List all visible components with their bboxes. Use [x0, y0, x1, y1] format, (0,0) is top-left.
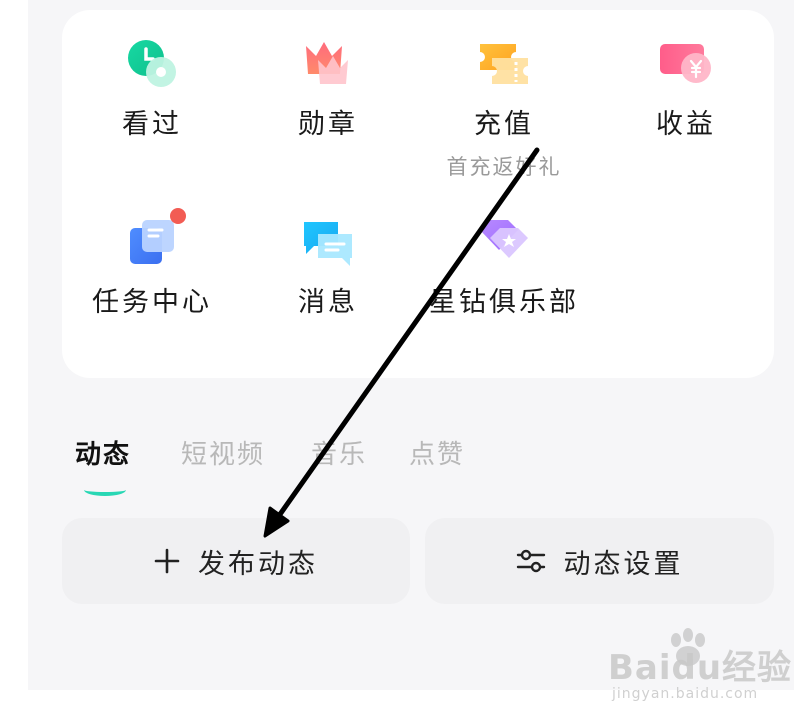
grid-item-label: 任务中心: [92, 287, 212, 318]
moment-settings-button[interactable]: 动态设置: [425, 518, 774, 604]
tab-short-videos[interactable]: 短视频: [181, 434, 265, 471]
grid-item-label: 收益: [656, 109, 716, 140]
grid-item-medals[interactable]: 勋章: [248, 38, 408, 141]
grid-item-label: 星钻俱乐部: [429, 287, 579, 318]
recharge-promo-text: 首充返好礼: [446, 155, 562, 179]
grid-item-label: 勋章: [298, 109, 358, 140]
feature-grid-card: 看过 勋章 充值 首充返好礼 收益 任务中心 消息 星钻俱乐部: [62, 10, 774, 378]
post-moment-label: 发布动态: [198, 548, 318, 580]
sliders-icon: [516, 547, 546, 575]
post-moment-button[interactable]: 发布动态: [62, 518, 410, 604]
grid-item-star-club[interactable]: 星钻俱乐部: [424, 216, 584, 319]
crown-icon: [300, 38, 356, 90]
tab-music[interactable]: 音乐: [311, 434, 367, 471]
watermark-url: jingyan.baidu.com: [612, 686, 759, 702]
chat-bubble-icon: [300, 216, 356, 268]
ticket-icon: [476, 38, 532, 90]
tab-likes[interactable]: 点赞: [409, 434, 465, 471]
plus-icon: [154, 548, 180, 574]
tab-moments[interactable]: 动态: [75, 434, 131, 471]
grid-item-messages[interactable]: 消息: [248, 216, 408, 319]
watermark-brand: Baidu经验: [608, 648, 793, 688]
grid-item-history[interactable]: 看过: [72, 38, 232, 141]
grid-item-label: 看过: [122, 109, 182, 140]
grid-item-label: 充值: [474, 109, 534, 140]
notification-dot: [170, 208, 186, 224]
task-card-icon: [124, 208, 186, 268]
grid-item-task-center[interactable]: 任务中心: [72, 208, 232, 319]
diamond-star-icon: [476, 216, 532, 268]
active-tab-indicator: [84, 484, 126, 496]
clock-disc-icon: [124, 38, 180, 90]
moment-settings-label: 动态设置: [563, 548, 684, 580]
grid-item-earnings[interactable]: 收益: [606, 38, 766, 141]
watermark: Baidu经验 jingyan.baidu.com: [606, 628, 791, 708]
grid-item-recharge[interactable]: 充值 首充返好礼: [424, 38, 584, 181]
wallet-yuan-icon: [658, 38, 714, 90]
grid-item-label: 消息: [298, 287, 358, 318]
